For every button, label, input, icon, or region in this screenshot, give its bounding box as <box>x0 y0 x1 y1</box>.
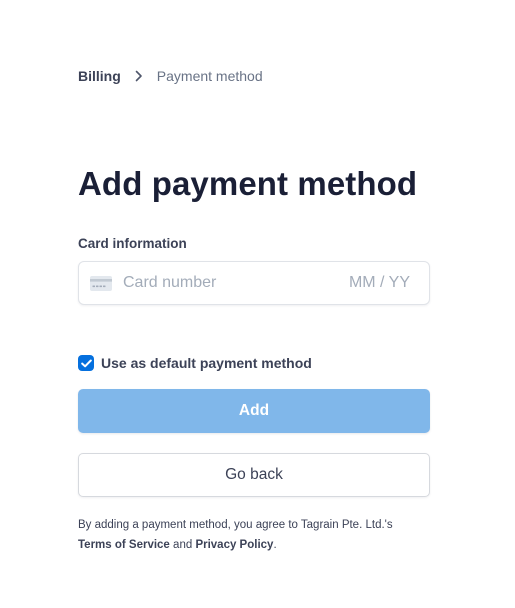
go-back-button[interactable]: Go back <box>78 453 430 497</box>
card-information-label: Card information <box>78 236 187 251</box>
card-expiry-input[interactable] <box>344 271 410 295</box>
card-number-input[interactable] <box>123 271 344 295</box>
breadcrumb-billing-link[interactable]: Billing <box>78 68 121 84</box>
legal-conjunction: and <box>173 539 193 551</box>
breadcrumb-current: Payment method <box>156 68 263 84</box>
card-information-field[interactable] <box>78 261 430 305</box>
default-payment-option[interactable]: Use as default payment method <box>78 354 312 372</box>
checkmark-icon <box>80 359 92 367</box>
legal-suffix: . <box>273 539 277 551</box>
default-payment-checkbox[interactable] <box>78 355 94 371</box>
legal-prefix: By adding a payment method, you agree to… <box>78 519 393 531</box>
chevron-right-icon <box>121 67 157 85</box>
add-button[interactable]: Add <box>78 389 430 433</box>
privacy-policy-link[interactable]: Privacy Policy <box>195 539 273 551</box>
legal-notice: By adding a payment method, you agree to… <box>78 515 438 555</box>
default-payment-label: Use as default payment method <box>101 355 312 371</box>
breadcrumb: Billing Payment method <box>78 67 263 85</box>
credit-card-icon <box>90 275 112 291</box>
page-title: Add payment method <box>78 165 418 202</box>
terms-of-service-link[interactable]: Terms of Service <box>78 539 170 551</box>
